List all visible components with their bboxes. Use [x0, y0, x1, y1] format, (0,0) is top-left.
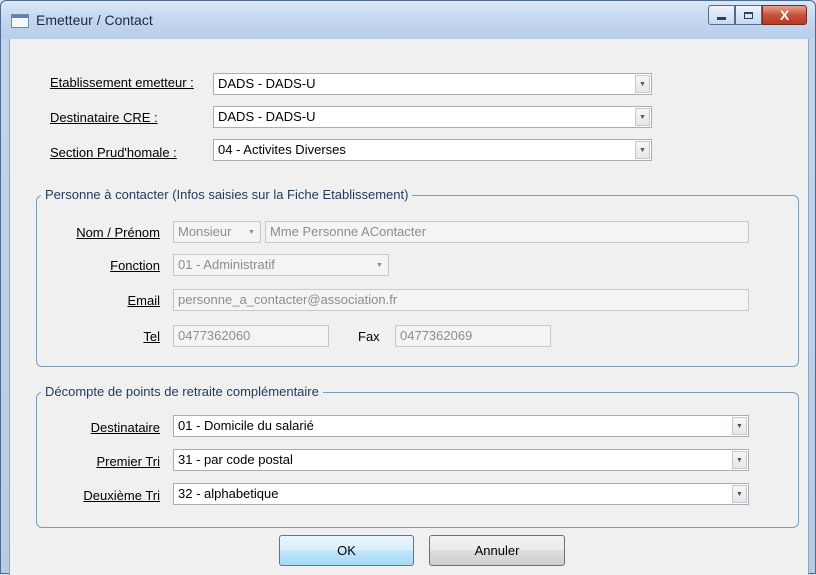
title-bar[interactable]: Emetteur / Contact X	[1, 1, 815, 39]
maximize-button[interactable]	[735, 5, 762, 25]
civilite-select[interactable]: Monsieur ▼	[173, 221, 261, 243]
cancel-button[interactable]: Annuler	[429, 535, 565, 566]
chevron-down-icon: ▼	[248, 228, 255, 236]
chevron-down-icon[interactable]: ▼	[732, 417, 747, 435]
premier-tri-label: Premier Tri	[96, 454, 160, 469]
fonction-label: Fonction	[110, 258, 160, 273]
destinataire-label: Destinataire	[90, 420, 160, 435]
deuxieme-tri-select[interactable]: 32 - alphabetique ▼	[173, 483, 749, 505]
nom-prenom-label: Nom / Prénom	[76, 225, 160, 240]
deuxieme-tri-label: Deuxième Tri	[83, 488, 160, 503]
fax-field[interactable]: 0477362069	[395, 325, 551, 347]
close-icon: X	[779, 7, 790, 23]
points-group-title: Décompte de points de retraite complémen…	[41, 384, 323, 399]
etablissement-label: Etablissement emetteur :	[50, 75, 194, 90]
civilite-value: Monsieur	[178, 224, 232, 239]
tel-field[interactable]: 0477362060	[173, 325, 329, 347]
chevron-down-icon[interactable]: ▼	[732, 485, 747, 503]
section-value: 04 - Activites Diverses	[218, 142, 346, 157]
premier-tri-value: 31 - par code postal	[178, 452, 293, 467]
chevron-down-icon: ▼	[376, 261, 383, 269]
window-title: Emetteur / Contact	[36, 12, 153, 28]
destinataire-cre-value: DADS - DADS-U	[218, 109, 316, 124]
premier-tri-select[interactable]: 31 - par code postal ▼	[173, 449, 749, 471]
section-label: Section Prud'homale :	[50, 145, 177, 160]
dialog-body: Etablissement emetteur : DADS - DADS-U ▼…	[9, 39, 809, 575]
nom-prenom-field[interactable]: Mme Personne AContacter	[265, 221, 749, 243]
chevron-down-icon[interactable]: ▼	[635, 108, 650, 126]
chevron-down-icon[interactable]: ▼	[635, 141, 650, 159]
email-value: personne_a_contacter@association.fr	[178, 292, 398, 307]
minimize-icon	[717, 16, 726, 20]
fonction-value: 01 - Administratif	[178, 257, 275, 272]
tel-value: 0477362060	[178, 328, 251, 343]
section-select[interactable]: 04 - Activites Diverses ▼	[213, 139, 652, 161]
minimize-button[interactable]	[708, 5, 735, 25]
deuxieme-tri-value: 32 - alphabetique	[178, 486, 279, 501]
etablissement-select[interactable]: DADS - DADS-U ▼	[213, 73, 652, 95]
fonction-select[interactable]: 01 - Administratif ▼	[173, 254, 389, 276]
destinataire-select[interactable]: 01 - Domicile du salarié ▼	[173, 415, 749, 437]
nom-prenom-value: Mme Personne AContacter	[270, 224, 427, 239]
maximize-icon	[744, 11, 753, 19]
dialog-window: Emetteur / Contact X Etablissement emett…	[0, 0, 816, 575]
email-label: Email	[127, 293, 160, 308]
ok-button[interactable]: OK	[279, 535, 414, 566]
close-button[interactable]: X	[762, 5, 807, 25]
window-icon	[11, 14, 29, 28]
email-field[interactable]: personne_a_contacter@association.fr	[173, 289, 749, 311]
tel-label: Tel	[143, 329, 160, 344]
destinataire-cre-select[interactable]: DADS - DADS-U ▼	[213, 106, 652, 128]
destinataire-cre-label: Destinataire CRE :	[50, 110, 158, 125]
fax-label: Fax	[358, 329, 380, 344]
destinataire-value: 01 - Domicile du salarié	[178, 418, 314, 433]
chevron-down-icon[interactable]: ▼	[635, 75, 650, 93]
fax-value: 0477362069	[400, 328, 473, 343]
contact-group-title: Personne à contacter (Infos saisies sur …	[41, 187, 413, 202]
etablissement-value: DADS - DADS-U	[218, 76, 316, 91]
chevron-down-icon[interactable]: ▼	[732, 451, 747, 469]
window-controls: X	[708, 5, 807, 27]
